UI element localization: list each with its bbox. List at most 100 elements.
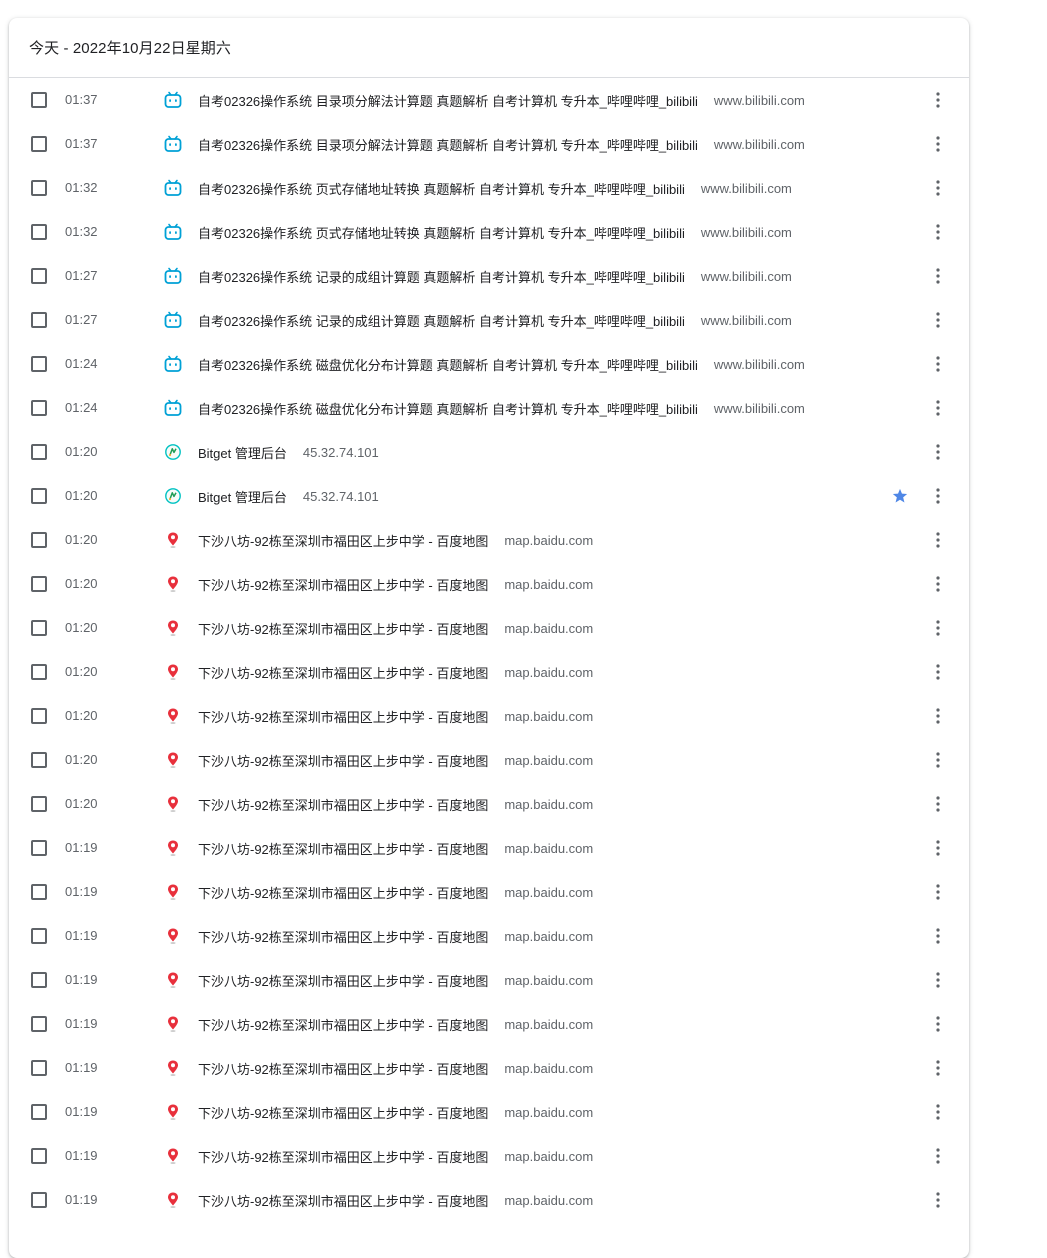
bilibili-icon (164, 223, 182, 241)
more-actions-icon[interactable] (926, 1100, 950, 1124)
entry-link[interactable]: 下沙八坊-92栋至深圳市福田区上步中学 - 百度地图 map.baidu.com (198, 650, 593, 694)
more-actions-icon[interactable] (926, 1144, 950, 1168)
more-actions-icon[interactable] (926, 924, 950, 948)
entry-checkbox[interactable] (31, 1192, 47, 1208)
entry-link[interactable]: 下沙八坊-92栋至深圳市福田区上步中学 - 百度地图 map.baidu.com (198, 562, 593, 606)
history-day-card: 今天 - 2022年10月22日星期六 01:37 自考02326操作系统 目录… (9, 18, 969, 1258)
entry-domain: map.baidu.com (504, 576, 594, 592)
more-actions-icon[interactable] (926, 528, 950, 552)
entry-checkbox[interactable] (31, 928, 47, 944)
more-actions-icon[interactable] (926, 704, 950, 728)
entry-checkbox[interactable] (31, 532, 47, 548)
entry-domain: map.baidu.com (504, 796, 594, 812)
entry-checkbox[interactable] (31, 488, 47, 504)
more-actions-icon[interactable] (926, 1056, 950, 1080)
entry-link[interactable]: 下沙八坊-92栋至深圳市福田区上步中学 - 百度地图 map.baidu.com (198, 870, 593, 914)
entry-checkbox[interactable] (31, 708, 47, 724)
entry-checkbox[interactable] (31, 400, 47, 416)
entry-time: 01:32 (65, 224, 98, 239)
entry-checkbox[interactable] (31, 840, 47, 856)
entry-link[interactable]: 下沙八坊-92栋至深圳市福田区上步中学 - 百度地图 map.baidu.com (198, 518, 593, 562)
entry-link[interactable]: 自考02326操作系统 记录的成组计算题 真题解析 自考计算机 专升本_哔哩哔哩… (198, 254, 792, 298)
more-actions-icon[interactable] (926, 792, 950, 816)
more-actions-icon[interactable] (926, 968, 950, 992)
entry-link[interactable]: 自考02326操作系统 目录项分解法计算题 真题解析 自考计算机 专升本_哔哩哔… (198, 78, 805, 122)
more-actions-icon[interactable] (926, 484, 950, 508)
entry-title: 自考02326操作系统 磁盘优化分布计算题 真题解析 自考计算机 专升本_哔哩哔… (198, 357, 698, 373)
history-entry: 01:19 下沙八坊-92栋至深圳市福田区上步中学 - 百度地图 map.bai… (9, 826, 969, 870)
more-actions-icon[interactable] (926, 616, 950, 640)
entry-checkbox[interactable] (31, 224, 47, 240)
more-actions-icon[interactable] (926, 880, 950, 904)
entry-link[interactable]: 下沙八坊-92栋至深圳市福田区上步中学 - 百度地图 map.baidu.com (198, 1002, 593, 1046)
more-actions-icon[interactable] (926, 352, 950, 376)
entry-checkbox[interactable] (31, 972, 47, 988)
entry-link[interactable]: Bitget 管理后台 45.32.74.101 (198, 474, 379, 518)
entry-checkbox[interactable] (31, 1016, 47, 1032)
more-actions-icon[interactable] (926, 396, 950, 420)
entry-link[interactable]: 下沙八坊-92栋至深圳市福田区上步中学 - 百度地图 map.baidu.com (198, 914, 593, 958)
more-actions-icon[interactable] (926, 660, 950, 684)
entry-checkbox[interactable] (31, 180, 47, 196)
entry-checkbox[interactable] (31, 664, 47, 680)
entry-link[interactable]: 自考02326操作系统 记录的成组计算题 真题解析 自考计算机 专升本_哔哩哔哩… (198, 298, 792, 342)
entry-checkbox[interactable] (31, 444, 47, 460)
entry-checkbox[interactable] (31, 884, 47, 900)
entry-link[interactable]: 下沙八坊-92栋至深圳市福田区上步中学 - 百度地图 map.baidu.com (198, 826, 593, 870)
bookmark-star-icon[interactable] (891, 487, 909, 505)
entry-checkbox[interactable] (31, 796, 47, 812)
entry-link[interactable]: 下沙八坊-92栋至深圳市福田区上步中学 - 百度地图 map.baidu.com (198, 606, 593, 650)
entry-link[interactable]: 下沙八坊-92栋至深圳市福田区上步中学 - 百度地图 map.baidu.com (198, 1090, 593, 1134)
entry-checkbox[interactable] (31, 312, 47, 328)
history-entry: 01:19 下沙八坊-92栋至深圳市福田区上步中学 - 百度地图 map.bai… (9, 1134, 969, 1178)
more-actions-icon[interactable] (926, 132, 950, 156)
baidu-map-pin-icon (164, 1191, 182, 1209)
entry-link[interactable]: 自考02326操作系统 页式存储地址转换 真题解析 自考计算机 专升本_哔哩哔哩… (198, 166, 792, 210)
more-actions-icon[interactable] (926, 88, 950, 112)
entry-link[interactable]: 自考02326操作系统 磁盘优化分布计算题 真题解析 自考计算机 专升本_哔哩哔… (198, 342, 805, 386)
history-entry: 01:20 下沙八坊-92栋至深圳市福田区上步中学 - 百度地图 map.bai… (9, 694, 969, 738)
more-actions-icon[interactable] (926, 836, 950, 860)
baidu-map-pin-icon (164, 663, 182, 681)
entry-link[interactable]: 下沙八坊-92栋至深圳市福田区上步中学 - 百度地图 map.baidu.com (198, 738, 593, 782)
entry-checkbox[interactable] (31, 1148, 47, 1164)
entry-link[interactable]: 下沙八坊-92栋至深圳市福田区上步中学 - 百度地图 map.baidu.com (198, 958, 593, 1002)
entry-link[interactable]: 下沙八坊-92栋至深圳市福田区上步中学 - 百度地图 map.baidu.com (198, 694, 593, 738)
more-actions-icon[interactable] (926, 440, 950, 464)
entry-checkbox[interactable] (31, 356, 47, 372)
more-actions-icon[interactable] (926, 308, 950, 332)
more-actions-icon[interactable] (926, 1188, 950, 1212)
entry-link[interactable]: Bitget 管理后台 45.32.74.101 (198, 430, 379, 474)
history-entry: 01:20 下沙八坊-92栋至深圳市福田区上步中学 - 百度地图 map.bai… (9, 738, 969, 782)
entry-checkbox[interactable] (31, 136, 47, 152)
entry-checkbox[interactable] (31, 1104, 47, 1120)
entry-domain: map.baidu.com (504, 884, 594, 900)
entry-link[interactable]: 下沙八坊-92栋至深圳市福田区上步中学 - 百度地图 map.baidu.com (198, 1046, 593, 1090)
entry-title: 自考02326操作系统 目录项分解法计算题 真题解析 自考计算机 专升本_哔哩哔… (198, 93, 698, 109)
history-entry: 01:37 自考02326操作系统 目录项分解法计算题 真题解析 自考计算机 专… (9, 122, 969, 166)
more-actions-icon[interactable] (926, 176, 950, 200)
entry-checkbox[interactable] (31, 576, 47, 592)
more-actions-icon[interactable] (926, 264, 950, 288)
more-actions-icon[interactable] (926, 572, 950, 596)
day-title: 今天 - 2022年10月22日星期六 (29, 40, 231, 57)
entry-title: Bitget 管理后台 (198, 489, 287, 505)
day-header: 今天 - 2022年10月22日星期六 (9, 18, 969, 78)
entry-checkbox[interactable] (31, 752, 47, 768)
entry-link[interactable]: 自考02326操作系统 磁盘优化分布计算题 真题解析 自考计算机 专升本_哔哩哔… (198, 386, 805, 430)
more-actions-icon[interactable] (926, 1012, 950, 1036)
entry-link[interactable]: 下沙八坊-92栋至深圳市福田区上步中学 - 百度地图 map.baidu.com (198, 782, 593, 826)
entry-link[interactable]: 自考02326操作系统 页式存储地址转换 真题解析 自考计算机 专升本_哔哩哔哩… (198, 210, 792, 254)
entry-checkbox[interactable] (31, 92, 47, 108)
entry-link[interactable]: 下沙八坊-92栋至深圳市福田区上步中学 - 百度地图 map.baidu.com (198, 1134, 593, 1178)
entry-checkbox[interactable] (31, 620, 47, 636)
entry-link[interactable]: 下沙八坊-92栋至深圳市福田区上步中学 - 百度地图 map.baidu.com (198, 1178, 593, 1222)
history-entry: 01:20 下沙八坊-92栋至深圳市福田区上步中学 - 百度地图 map.bai… (9, 782, 969, 826)
history-entry: 01:37 自考02326操作系统 目录项分解法计算题 真题解析 自考计算机 专… (9, 78, 969, 122)
entry-checkbox[interactable] (31, 268, 47, 284)
more-actions-icon[interactable] (926, 220, 950, 244)
entry-link[interactable]: 自考02326操作系统 目录项分解法计算题 真题解析 自考计算机 专升本_哔哩哔… (198, 122, 805, 166)
more-actions-icon[interactable] (926, 748, 950, 772)
baidu-map-pin-icon (164, 619, 182, 637)
entry-checkbox[interactable] (31, 1060, 47, 1076)
